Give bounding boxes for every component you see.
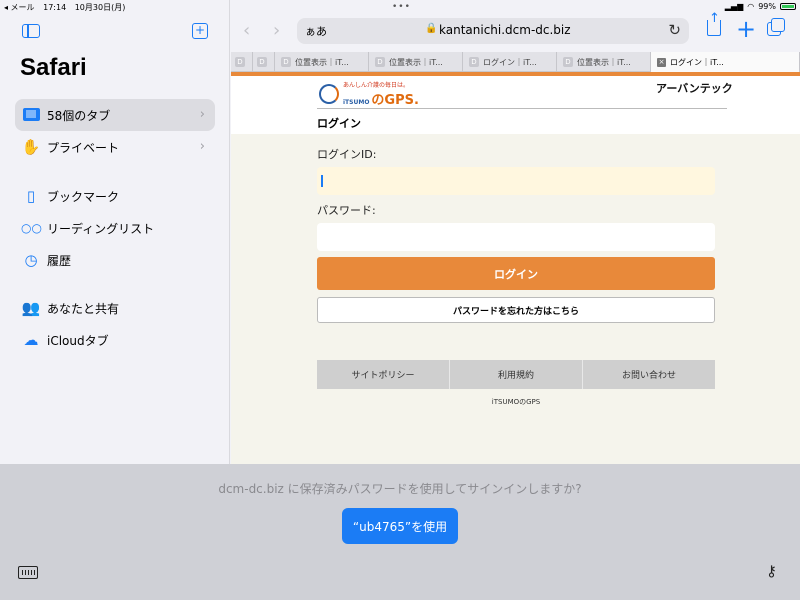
reload-icon[interactable]: ↻	[668, 21, 681, 39]
login-id-field[interactable]	[317, 167, 715, 195]
logo-brand: iTSUMO のGPS.	[343, 89, 419, 108]
sidebar-item-label: 履歴	[47, 253, 72, 268]
tab-label: 位置表示｜iT...	[577, 57, 631, 67]
chevron-right-icon: ›	[199, 139, 205, 154]
new-tab-icon[interactable]: +	[736, 15, 756, 43]
footer-copyright: iTSUMOのGPS	[491, 398, 541, 406]
signal-icon: ▂▄▆	[724, 2, 744, 11]
back-icon[interactable]: ‹	[243, 20, 250, 41]
divider	[317, 108, 727, 109]
tab-label: ログイン｜iT...	[483, 57, 537, 67]
status-date: 10月30日(月)	[74, 2, 126, 12]
tab[interactable]: D 位置表示｜iT...	[557, 52, 651, 72]
sidebar-item-label: 58個のタブ	[47, 108, 111, 123]
site-logo[interactable]: あんしん介護の毎日は。 iTSUMO のGPS.	[317, 78, 433, 108]
sidebar-item-icloud-tabs[interactable]: ☁ iCloudタブ	[15, 324, 215, 356]
page-title: ログイン	[317, 117, 361, 130]
password-field[interactable]	[317, 223, 715, 251]
company-name: アーバンテック	[656, 82, 733, 95]
sidebar-item-history[interactable]: ◷ 履歴	[15, 244, 215, 276]
sidebar-item-shared-with-you[interactable]: 👥 あなたと共有	[15, 292, 215, 324]
favicon-icon: D	[281, 57, 291, 67]
gps-logo-icon	[319, 84, 339, 104]
share-icon[interactable]	[707, 11, 721, 36]
glasses-icon: ○○	[21, 221, 42, 235]
tab[interactable]: D	[231, 52, 253, 72]
web-page: あんしん介護の毎日は。 iTSUMO のGPS. アーバンテック ログイン ログイ…	[231, 76, 800, 464]
sidebar-item-reading-list[interactable]: ○○ リーディングリスト	[15, 212, 215, 244]
status-time: 17:14	[43, 2, 67, 12]
page-settings-button[interactable]: ぁあ	[305, 23, 327, 39]
address-bar[interactable]: ぁあ 🔒 kantanichi.dcm-dc.biz ↻	[297, 18, 689, 44]
sidebar-item-label: iCloudタブ	[47, 333, 109, 348]
bookmark-icon: ▯	[26, 187, 36, 205]
tab[interactable]: D 位置表示｜iT...	[275, 52, 369, 72]
close-tab-icon[interactable]: ×	[657, 57, 666, 67]
password-autofill-bar: dcm-dc.biz に保存済みパスワードを使用してサインインしますか? “ub…	[0, 464, 800, 600]
cloud-icon: ☁	[23, 331, 39, 349]
tab[interactable]: D 位置表示｜iT...	[369, 52, 463, 72]
tab-label: 位置表示｜iT...	[295, 57, 349, 67]
favicon-icon: D	[469, 57, 479, 67]
password-label: パスワード:	[317, 204, 376, 217]
use-saved-password-button[interactable]: “ub4765”を使用	[342, 508, 458, 544]
people-icon: 👥	[21, 299, 41, 317]
contact-link[interactable]: お問い合わせ	[583, 360, 715, 389]
back-to-app-link[interactable]: ◂ メール	[4, 3, 35, 12]
tab[interactable]: D	[253, 52, 275, 72]
terms-link[interactable]: 利用規約	[450, 360, 583, 389]
site-policy-link[interactable]: サイトポリシー	[317, 360, 450, 389]
keyboard-icon[interactable]	[18, 566, 38, 579]
sidebar-title: Safari	[20, 54, 87, 81]
url-text[interactable]: kantanichi.dcm-dc.biz	[439, 23, 571, 37]
multitasking-dots-icon[interactable]: •••	[392, 2, 411, 12]
sidebar: + Safari 58個のタブ › ✋ プライベート › ▯ ブックマーク ○○…	[0, 0, 230, 464]
sidebar-item-label: ブックマーク	[47, 189, 120, 204]
chevron-right-icon: ›	[199, 107, 205, 122]
battery-percent: 99%	[758, 2, 776, 11]
favicon-icon: D	[235, 57, 245, 67]
tab-strip: D D D 位置表示｜iT... D 位置表示｜iT... D ログイン｜iT... …	[231, 52, 800, 72]
tab-overview-icon[interactable]	[767, 18, 785, 36]
tab-active[interactable]: × ログイン｜iT...	[651, 52, 800, 72]
text-caret	[321, 175, 323, 187]
tab-label: 位置表示｜iT...	[389, 57, 443, 67]
status-right: ▂▄▆ ◠ 99%	[725, 2, 796, 11]
clock-icon: ◷	[24, 251, 38, 269]
status-left: ◂ メール 17:14 10月30日(月)	[4, 2, 131, 13]
site-header: あんしん介護の毎日は。 iTSUMO のGPS. アーバンテック ログイン	[231, 76, 800, 134]
hand-icon: ✋	[21, 138, 41, 156]
favicon-icon: D	[375, 57, 385, 67]
logo-small-text: iTSUMO	[343, 99, 370, 106]
favicon-icon: D	[257, 57, 267, 67]
sidebar-item-bookmarks[interactable]: ▯ ブックマーク	[15, 180, 215, 212]
sidebar-toggle-icon[interactable]	[22, 24, 40, 38]
logo-slogan: あんしん介護の毎日は。	[343, 82, 410, 89]
status-bar: ◂ メール 17:14 10月30日(月) ••• ▂▄▆ ◠ 99%	[0, 0, 800, 14]
lock-icon: 🔒	[425, 23, 438, 34]
wifi-icon: ◠	[747, 2, 755, 11]
sidebar-item-label: あなたと共有	[47, 301, 120, 316]
new-tab-group-icon[interactable]: +	[192, 23, 208, 39]
sidebar-item-tabs[interactable]: 58個のタブ ›	[15, 99, 215, 131]
login-id-label: ログインID:	[317, 148, 377, 161]
logo-brand-text: のGPS.	[371, 93, 419, 108]
key-icon[interactable]: ⚷	[766, 562, 777, 580]
autofill-prompt: dcm-dc.biz に保存済みパスワードを使用してサインインしますか?	[218, 482, 582, 496]
forgot-password-button[interactable]: パスワードを忘れた方はこちら	[317, 297, 715, 323]
footer-links: サイトポリシー 利用規約 お問い合わせ	[317, 360, 715, 389]
login-button[interactable]: ログイン	[317, 257, 715, 290]
sidebar-item-private[interactable]: ✋ プライベート ›	[15, 131, 215, 163]
sidebar-item-label: リーディングリスト	[47, 221, 155, 236]
forward-icon[interactable]: ›	[273, 20, 280, 41]
browser-toolbar: ‹ › ぁあ 🔒 kantanichi.dcm-dc.biz ↻ +	[231, 11, 800, 50]
sidebar-item-label: プライベート	[47, 140, 120, 155]
tab-label: ログイン｜iT...	[670, 57, 724, 67]
favicon-icon: D	[563, 57, 573, 67]
tab[interactable]: D ログイン｜iT...	[463, 52, 557, 72]
battery-icon	[780, 3, 796, 10]
tabs-icon	[23, 108, 40, 121]
